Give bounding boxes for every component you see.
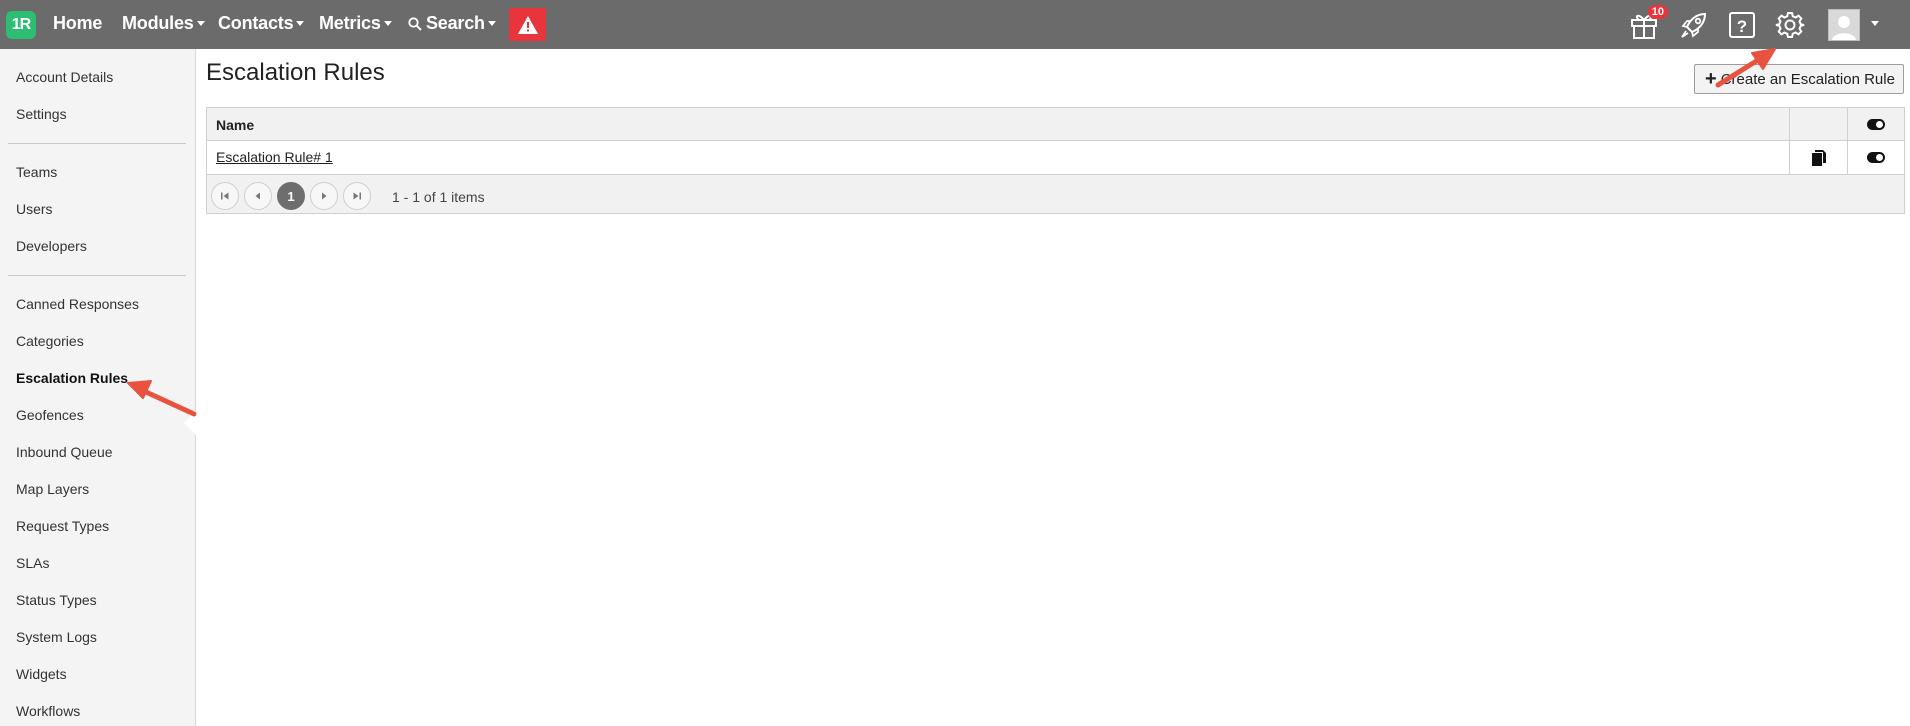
nav-home[interactable]: Home bbox=[53, 13, 102, 34]
nav-search-label: Search bbox=[426, 13, 485, 33]
avatar-icon bbox=[1832, 16, 1856, 40]
nav-modules[interactable]: Modules bbox=[122, 13, 205, 34]
nav-home-label: Home bbox=[53, 13, 103, 33]
last-page-button[interactable] bbox=[343, 182, 371, 210]
chevron-down-icon[interactable] bbox=[1871, 21, 1879, 26]
sidebar-item-request-types[interactable]: Request Types bbox=[16, 518, 109, 534]
gear-icon bbox=[1775, 12, 1805, 38]
alert-button[interactable] bbox=[509, 8, 546, 41]
sidebar-item-system-logs[interactable]: System Logs bbox=[16, 629, 97, 645]
pager-info: 1 - 1 of 1 items bbox=[392, 189, 485, 205]
previous-page-button[interactable] bbox=[244, 182, 272, 210]
first-page-button[interactable] bbox=[211, 182, 239, 210]
row-enabled-toggle[interactable] bbox=[1867, 152, 1885, 163]
sidebar-item-account-details[interactable]: Account Details bbox=[16, 69, 113, 85]
sidebar-item-map-layers[interactable]: Map Layers bbox=[16, 481, 89, 497]
help-icon: ? bbox=[1729, 12, 1755, 38]
last-page-icon bbox=[353, 192, 361, 200]
sidebar-item-settings[interactable]: Settings bbox=[16, 106, 67, 122]
grid-header: Name bbox=[207, 108, 1904, 141]
chevron-down-icon bbox=[196, 21, 205, 26]
chevron-right-icon bbox=[322, 192, 327, 200]
sidebar-item-users[interactable]: Users bbox=[16, 201, 53, 217]
page-title: Escalation Rules bbox=[206, 59, 385, 86]
first-page-icon bbox=[221, 192, 229, 200]
sidebar-item-teams[interactable]: Teams bbox=[16, 164, 57, 180]
sidebar-item-inbound-queue[interactable]: Inbound Queue bbox=[16, 444, 113, 460]
plus-icon: + bbox=[1705, 68, 1717, 90]
rocket-button[interactable] bbox=[1678, 9, 1710, 41]
top-navigation-bar: 1R Home Modules Contacts Metrics Search … bbox=[0, 0, 1910, 49]
nav-search[interactable]: Search bbox=[408, 13, 496, 34]
nav-metrics-label: Metrics bbox=[319, 13, 381, 33]
copy-icon[interactable] bbox=[1811, 149, 1827, 172]
create-escalation-rule-button[interactable]: + Create an Escalation Rule bbox=[1694, 64, 1904, 94]
chevron-down-icon bbox=[487, 21, 496, 26]
sidebar-item-categories[interactable]: Categories bbox=[16, 333, 84, 349]
active-item-pointer bbox=[184, 411, 196, 435]
gift-button[interactable]: 10 bbox=[1628, 5, 1668, 41]
next-page-button[interactable] bbox=[310, 182, 338, 210]
rocket-icon bbox=[1681, 12, 1707, 38]
toggle-all-icon[interactable] bbox=[1867, 119, 1885, 130]
sidebar-item-geofences[interactable]: Geofences bbox=[16, 407, 84, 423]
sidebar-item-slas[interactable]: SLAs bbox=[16, 555, 49, 571]
table-row: Escalation Rule# 1 bbox=[207, 141, 1904, 175]
column-header-name[interactable]: Name bbox=[216, 117, 254, 133]
search-icon bbox=[408, 16, 422, 31]
sidebar-item-widgets[interactable]: Widgets bbox=[16, 666, 67, 682]
grid-pager: 1 1 - 1 of 1 items bbox=[207, 175, 1904, 213]
settings-sidebar: Account Details Settings Teams Users Dev… bbox=[0, 49, 196, 726]
sidebar-divider bbox=[8, 275, 186, 276]
user-avatar[interactable] bbox=[1828, 9, 1860, 41]
nav-contacts[interactable]: Contacts bbox=[218, 13, 305, 34]
sidebar-item-canned-responses[interactable]: Canned Responses bbox=[16, 296, 139, 312]
escalation-rules-grid: Name Escalation Rule# 1 1 1 - 1 of 1 ite… bbox=[206, 107, 1905, 214]
nav-metrics[interactable]: Metrics bbox=[319, 13, 392, 34]
settings-button[interactable] bbox=[1774, 9, 1806, 41]
alert-icon bbox=[517, 15, 538, 34]
app-logo[interactable]: 1R bbox=[6, 11, 36, 39]
sidebar-item-developers[interactable]: Developers bbox=[16, 238, 87, 254]
sidebar-item-workflows[interactable]: Workflows bbox=[16, 703, 80, 719]
nav-modules-label: Modules bbox=[122, 13, 194, 33]
page-button-current[interactable]: 1 bbox=[277, 182, 305, 210]
chevron-down-icon bbox=[383, 21, 392, 26]
sidebar-item-status-types[interactable]: Status Types bbox=[16, 592, 97, 608]
escalation-rule-link[interactable]: Escalation Rule# 1 bbox=[216, 149, 333, 165]
create-escalation-rule-label: Create an Escalation Rule bbox=[1720, 70, 1895, 88]
chevron-down-icon bbox=[296, 21, 305, 26]
sidebar-item-escalation-rules[interactable]: Escalation Rules bbox=[16, 370, 128, 386]
svg-text:?: ? bbox=[1737, 17, 1747, 36]
sidebar-divider bbox=[8, 143, 186, 144]
gift-badge: 10 bbox=[1647, 5, 1668, 19]
chevron-left-icon bbox=[255, 192, 260, 200]
help-button[interactable]: ? bbox=[1726, 9, 1758, 41]
nav-contacts-label: Contacts bbox=[218, 13, 294, 33]
